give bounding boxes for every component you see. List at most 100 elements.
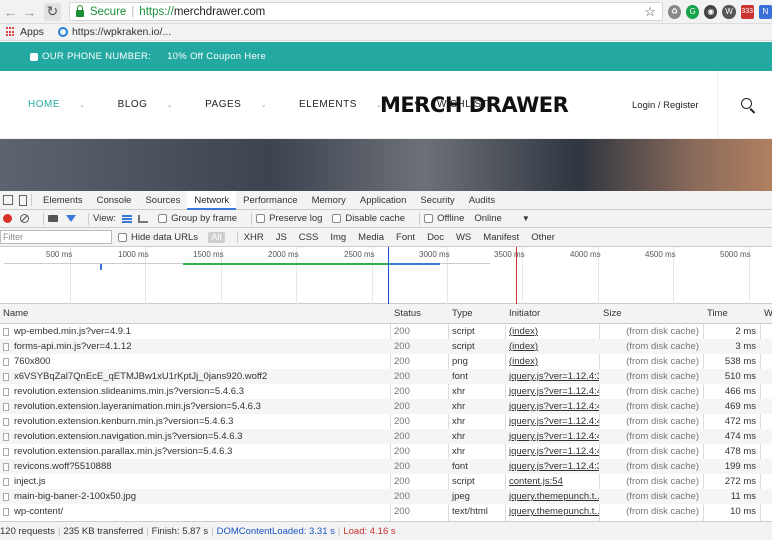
table-row[interactable]: revolution.extension.navigation.min.js?v… <box>0 429 772 444</box>
column-header-type[interactable]: Type <box>449 304 506 323</box>
tab-application[interactable]: Application <box>353 191 413 210</box>
tab-security[interactable]: Security <box>413 191 461 210</box>
overview-icon[interactable] <box>138 214 149 223</box>
cell-initiator[interactable]: jquery.themepunch.t... <box>506 489 599 504</box>
column-header-initiator[interactable]: Initiator <box>506 304 599 323</box>
address-bar[interactable]: Secure | https:// merchdrawer.com ☆ <box>68 2 663 21</box>
request-name: forms-api.min.js?ver=4.1.12 <box>14 341 132 352</box>
login-register-link[interactable]: Login / Register <box>632 100 699 111</box>
checkbox[interactable] <box>118 232 127 242</box>
type-filter-ws[interactable]: WS <box>454 232 473 243</box>
cell-initiator[interactable]: (index) <box>506 339 599 354</box>
table-row[interactable]: forms-api.min.js?ver=4.1.12 200 script (ind… <box>0 339 772 354</box>
cell-initiator[interactable]: jquery.js?ver=1.12.4:4 <box>506 444 599 459</box>
preserve-log-checkbox[interactable]: Preserve log <box>256 213 322 224</box>
type-filter-media[interactable]: Media <box>356 232 386 243</box>
apps-bookmark[interactable]: Apps <box>20 26 44 38</box>
column-header-waterfall[interactable]: Wa <box>761 304 772 323</box>
column-header-size[interactable]: Size <box>600 304 703 323</box>
grammarly-extension-icon[interactable]: G <box>686 4 700 19</box>
cell-status: 200 <box>394 476 410 487</box>
group-by-frame-checkbox[interactable]: Group by frame <box>158 213 237 224</box>
cell-initiator[interactable]: content.js:54 <box>506 474 599 489</box>
type-filter-js[interactable]: JS <box>274 232 289 243</box>
type-filter-font[interactable]: Font <box>394 232 417 243</box>
back-icon[interactable]: ← <box>2 3 19 21</box>
table-row[interactable]: main-big-baner-2-100x50.jpg 200 jpeg jquery… <box>0 489 772 504</box>
tab-sources[interactable]: Sources <box>138 191 187 210</box>
table-row[interactable]: x6VSYBqZal7QnEcE_qETMJBw1xU1rKptJj_0jans… <box>0 369 772 384</box>
tab-network[interactable]: Network <box>187 190 237 210</box>
cell-initiator[interactable]: jquery.js?ver=1.12.4:4 <box>506 399 599 414</box>
checkbox[interactable] <box>256 214 266 223</box>
new-extension-icon[interactable]: N <box>758 4 772 19</box>
capture-screenshots-icon[interactable] <box>48 215 58 222</box>
search-icon[interactable] <box>741 98 752 109</box>
bookmark-star-icon[interactable]: ☆ <box>644 4 656 20</box>
cell-initiator[interactable]: jquery.js?ver=1.12.4:4 <box>506 414 599 429</box>
tab-performance[interactable]: Performance <box>236 191 304 210</box>
file-icon <box>3 462 9 471</box>
disable-cache-checkbox[interactable]: Disable cache <box>332 213 405 224</box>
table-row[interactable]: revicons.woff?5510888 200 font jquery.js?ve… <box>0 459 772 474</box>
checkbox[interactable] <box>332 214 342 223</box>
column-header-name[interactable]: Name <box>0 304 390 323</box>
offline-checkbox[interactable]: Offline <box>424 213 464 224</box>
table-row[interactable]: 760x800 200 png (index) (from disk cache) 538… <box>0 354 772 369</box>
table-row[interactable]: wp-content/200 text/html jquery.themepunch… <box>0 504 772 519</box>
network-overview[interactable]: 500 ms 1000 ms 1500 ms 2000 ms 2500 ms 3… <box>0 247 772 304</box>
cell-initiator[interactable]: jquery.js?ver=1.12.4:4 <box>506 384 599 399</box>
coupon-link[interactable]: 10% Off Coupon Here <box>167 51 266 62</box>
tab-audits[interactable]: Audits <box>462 191 502 210</box>
panda-extension-icon[interactable]: ◉ <box>704 4 718 19</box>
type-filter-img[interactable]: Img <box>328 232 348 243</box>
column-header-status[interactable]: Status <box>391 304 448 323</box>
tab-memory[interactable]: Memory <box>305 191 353 210</box>
table-row[interactable]: wp-embed.min.js?ver=4.9.1 200 script (index… <box>0 324 772 339</box>
throttle-select[interactable]: Online ▼ <box>474 213 529 224</box>
cell-initiator[interactable]: jquery.js?ver=1.12.4:4 <box>506 429 599 444</box>
table-row[interactable]: revolution.extension.parallax.min.js?ver… <box>0 444 772 459</box>
wordpress-extension-icon[interactable]: W <box>722 4 736 19</box>
extension-badge[interactable]: 333 <box>740 4 754 19</box>
table-row[interactable]: revolution.extension.layeranimation.min.… <box>0 399 772 414</box>
cell-initiator[interactable]: (index) <box>506 354 599 369</box>
tab-elements[interactable]: Elements <box>36 191 90 210</box>
nav-pages[interactable]: PAGES ⌄ <box>205 99 283 110</box>
cell-initiator[interactable]: jquery.js?ver=1.12.4:3 <box>506 369 599 384</box>
table-row[interactable]: inject.js 200 script content.js:54 (from dis… <box>0 474 772 489</box>
column-header-time[interactable]: Time <box>704 304 760 323</box>
hide-data-urls-checkbox[interactable]: Hide data URLs <box>118 232 198 243</box>
type-filter-other[interactable]: Other <box>529 232 557 243</box>
nav-home[interactable]: HOME ⌄ <box>28 99 102 110</box>
cell-initiator[interactable]: jquery.themepunch.t... <box>506 504 599 519</box>
large-rows-icon[interactable] <box>122 214 133 223</box>
wpkraken-bookmark[interactable]: https://wpkraken.io/... <box>72 26 171 38</box>
type-filter-all[interactable]: All <box>208 231 225 243</box>
checkbox[interactable] <box>424 214 434 223</box>
type-filter-manifest[interactable]: Manifest <box>481 232 521 243</box>
cell-status: 200 <box>394 341 410 352</box>
cell-initiator[interactable]: (index) <box>506 324 599 339</box>
table-row[interactable]: revolution.extension.slideanims.min.js?v… <box>0 384 772 399</box>
cell-initiator[interactable]: jquery.js?ver=1.12.4:3 <box>506 459 599 474</box>
clear-icon[interactable] <box>20 214 29 223</box>
site-logo[interactable]: MERCH DRAWER <box>380 93 569 117</box>
tab-console[interactable]: Console <box>90 191 139 210</box>
filter-input[interactable]: Filter <box>0 230 112 244</box>
reload-icon[interactable]: ↻ <box>43 2 61 21</box>
apps-icon[interactable] <box>6 27 16 37</box>
device-toolbar-icon[interactable] <box>19 194 27 206</box>
filter-icon[interactable] <box>66 215 76 222</box>
nav-blog[interactable]: BLOG ⌄ <box>118 99 189 110</box>
type-filter-css[interactable]: CSS <box>297 232 321 243</box>
type-filter-xhr[interactable]: XHR <box>242 232 266 243</box>
recycle-extension-icon[interactable]: ♻ <box>667 4 682 19</box>
overview-tick-label: 500 ms <box>46 250 73 259</box>
table-row[interactable]: revolution.extension.kenburn.min.js?vers… <box>0 414 772 429</box>
type-filter-doc[interactable]: Doc <box>425 232 446 243</box>
forward-icon[interactable]: → <box>21 3 38 21</box>
record-icon[interactable] <box>3 214 12 223</box>
checkbox[interactable] <box>158 214 168 223</box>
inspect-element-icon[interactable] <box>3 195 13 205</box>
